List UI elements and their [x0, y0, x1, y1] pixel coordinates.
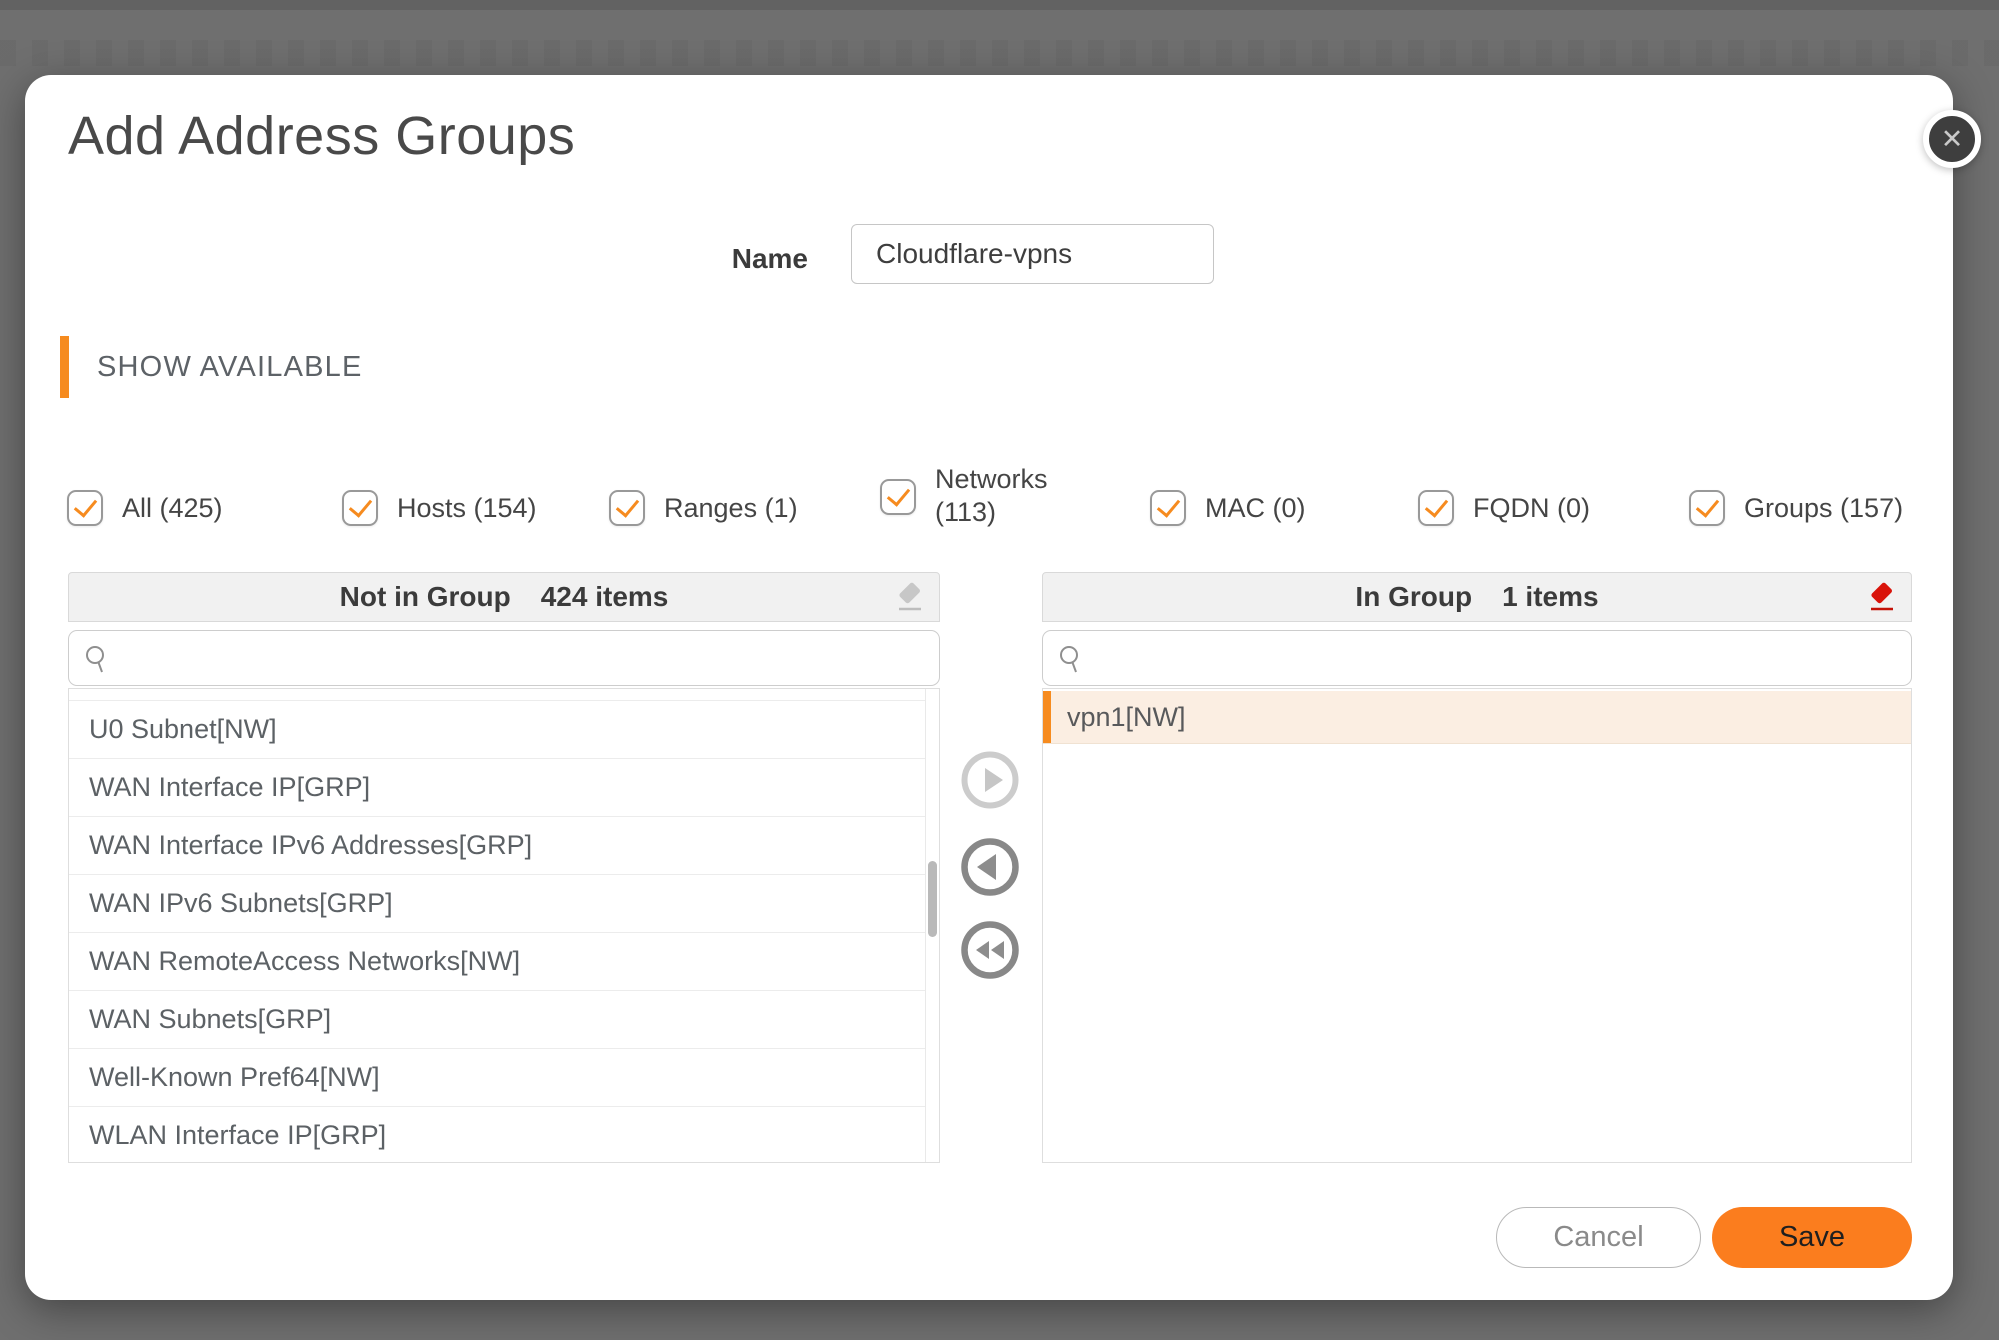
filter-ranges: Ranges (1)	[609, 490, 798, 526]
list-item[interactable]: Well-Known Pref64[NW]	[69, 1049, 925, 1107]
filter-hosts: Hosts (154)	[342, 490, 537, 526]
search-icon	[83, 644, 113, 676]
scrollbar-track[interactable]	[925, 689, 939, 1162]
checkbox-groups[interactable]	[1689, 490, 1725, 526]
checkbox-all[interactable]	[67, 490, 103, 526]
filter-mac: MAC (0)	[1150, 490, 1306, 526]
filter-label: Networks (113)	[935, 463, 1048, 529]
in-group-header: In Group 1 items	[1042, 572, 1912, 622]
name-field-label: Name	[708, 243, 808, 275]
double-arrow-left-icon	[961, 921, 1019, 979]
filter-label: All (425)	[122, 490, 223, 526]
list-item[interactable]: WAN Interface IPv6 Addresses[GRP]	[69, 817, 925, 875]
filter-label: MAC (0)	[1205, 490, 1306, 526]
list-item[interactable]: WAN Subnets[GRP]	[69, 991, 925, 1049]
filter-label: FQDN (0)	[1473, 490, 1590, 526]
filter-label-line2: (113)	[935, 497, 996, 527]
checkbox-networks[interactable]	[880, 479, 916, 515]
not-in-group-search-input[interactable]	[115, 635, 925, 681]
filter-label: Groups (157)	[1744, 490, 1903, 526]
filter-fqdn: FQDN (0)	[1418, 490, 1590, 526]
not-in-group-header: Not in Group 424 items	[68, 572, 940, 622]
section-title: SHOW AVAILABLE	[97, 351, 363, 384]
save-button[interactable]: Save	[1712, 1207, 1912, 1268]
not-in-group-search	[68, 630, 940, 686]
move-right-button[interactable]	[961, 751, 1019, 809]
arrow-left-icon	[961, 838, 1019, 896]
filter-networks: Networks (113)	[880, 471, 1048, 529]
not-in-group-count: 424 items	[541, 581, 669, 613]
checkbox-hosts[interactable]	[342, 490, 378, 526]
checkbox-fqdn[interactable]	[1418, 490, 1454, 526]
section-accent-bar	[60, 336, 69, 398]
screen-backdrop: ✕ Add Address Groups Name SHOW AVAILABLE…	[0, 0, 1999, 1340]
filter-label: Ranges (1)	[664, 490, 798, 526]
list-item[interactable]: U0 Subnet[NW]	[69, 701, 925, 759]
not-in-group-list: U0 Subnet[NW] WAN Interface IP[GRP] WAN …	[68, 688, 940, 1163]
in-group-search-input[interactable]	[1089, 635, 1897, 681]
close-icon[interactable]: ✕	[1923, 110, 1981, 168]
clipped-list-row	[69, 689, 925, 701]
list-item[interactable]: WAN IPv6 Subnets[GRP]	[69, 875, 925, 933]
not-in-group-title: Not in Group	[340, 581, 511, 613]
filter-groups: Groups (157)	[1689, 490, 1903, 526]
in-group-search	[1042, 630, 1912, 686]
clear-group-icon[interactable]	[1864, 582, 1898, 616]
name-input[interactable]	[851, 224, 1214, 284]
selected-list-item[interactable]: vpn1[NW]	[1043, 691, 1911, 744]
checkbox-ranges[interactable]	[609, 490, 645, 526]
in-group-title: In Group	[1355, 581, 1472, 613]
add-address-groups-dialog: ✕ Add Address Groups Name SHOW AVAILABLE…	[25, 75, 1953, 1300]
page-title: Add Address Groups	[68, 105, 575, 167]
move-all-left-button[interactable]	[961, 921, 1019, 979]
search-icon	[1057, 644, 1087, 676]
move-left-button[interactable]	[961, 838, 1019, 896]
list-item[interactable]: WAN RemoteAccess Networks[NW]	[69, 933, 925, 991]
close-glyph: ✕	[1941, 126, 1964, 153]
filter-label-line1: Networks	[935, 464, 1048, 494]
in-group-count: 1 items	[1502, 581, 1599, 613]
cancel-button[interactable]: Cancel	[1496, 1207, 1701, 1268]
arrow-right-icon	[961, 751, 1019, 809]
filter-all: All (425)	[67, 490, 223, 526]
in-group-list: vpn1[NW]	[1042, 688, 1912, 1163]
clear-search-icon[interactable]	[892, 582, 926, 616]
list-item[interactable]: WLAN Interface IP[GRP]	[69, 1107, 925, 1163]
filter-label: Hosts (154)	[397, 490, 537, 526]
list-item[interactable]: WAN Interface IP[GRP]	[69, 759, 925, 817]
scrollbar-thumb[interactable]	[928, 861, 937, 937]
checkbox-mac[interactable]	[1150, 490, 1186, 526]
